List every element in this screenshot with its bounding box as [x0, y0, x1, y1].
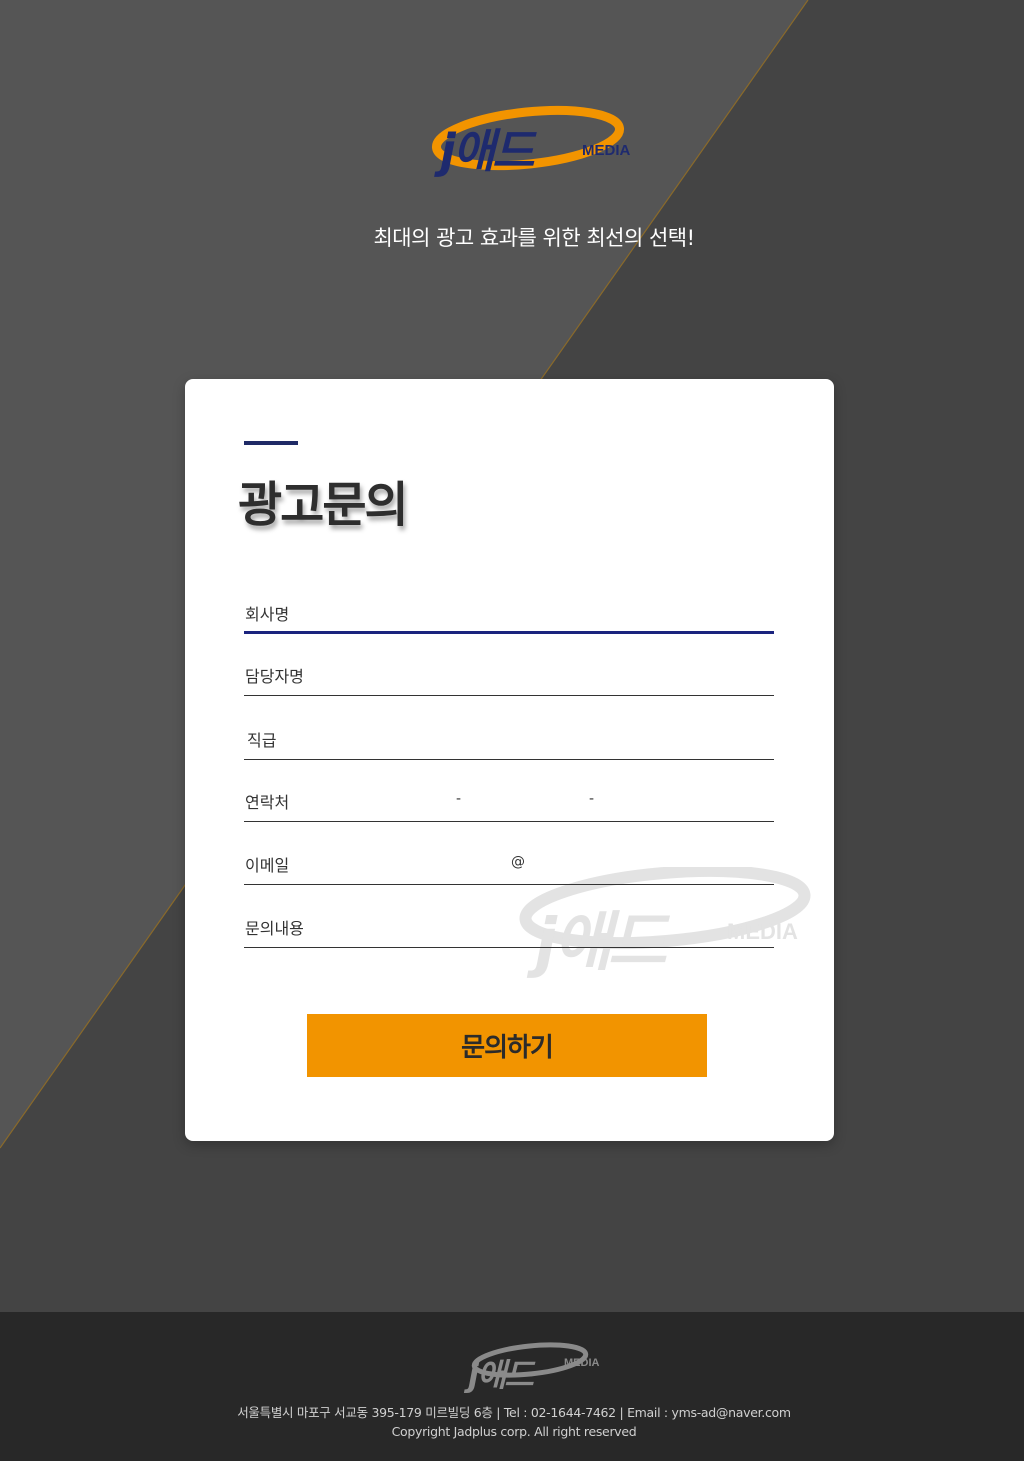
manager-field: 담당자명 — [244, 656, 774, 696]
contact-label: 연락처 — [245, 793, 290, 812]
logo-wordmark: j애드 — [440, 124, 534, 178]
phone-separator-1: - — [456, 791, 462, 807]
position-label: 직급 — [247, 731, 277, 750]
email-field: 이메일 @ — [244, 845, 774, 885]
submit-inquiry-button[interactable]: 문의하기 — [307, 1014, 707, 1077]
tagline: 최대의 광고 효과를 위한 최선의 선택! — [373, 226, 695, 250]
footer-logo[interactable]: j애드 MEDIA — [458, 1334, 608, 1394]
company-label: 회사명 — [245, 605, 290, 624]
footer-logo-media-label: MEDIA — [564, 1357, 600, 1369]
phone-part-1-input[interactable] — [334, 786, 444, 816]
inquiry-input[interactable] — [334, 912, 774, 942]
company-input[interactable] — [334, 598, 774, 628]
email-id-input[interactable] — [334, 849, 504, 879]
footer-logo-wordmark: j애드 — [468, 1356, 534, 1394]
phone-part-3-input[interactable] — [604, 786, 769, 816]
inquiry-form-card: 광고문의 j애드 MEDIA 회사명 담당자명 직급 연락처 - - 이메일 @… — [185, 379, 834, 1141]
brand-logo[interactable]: j애드 MEDIA — [428, 100, 644, 192]
email-at-symbol: @ — [511, 854, 525, 870]
inquiry-field: 문의내용 — [244, 908, 774, 948]
manager-label: 담당자명 — [245, 667, 304, 686]
footer-address: 서울특별시 마포구 서교동 395-179 미르빌딩 6층 | Tel : 02… — [237, 1405, 791, 1420]
logo-media-label: MEDIA — [582, 142, 631, 159]
page-title: 광고문의 — [238, 477, 409, 533]
contact-field: 연락처 - - — [244, 782, 774, 822]
email-domain-input[interactable] — [532, 849, 770, 879]
phone-part-2-input[interactable] — [470, 786, 580, 816]
title-accent-bar — [244, 441, 298, 445]
footer-copyright: Copyright Jadplus corp. All right reserv… — [391, 1424, 637, 1439]
position-input[interactable] — [334, 724, 774, 754]
position-field: 직급 — [244, 720, 774, 760]
email-label: 이메일 — [245, 856, 290, 875]
company-field: 회사명 — [244, 594, 774, 634]
phone-separator-2: - — [589, 791, 595, 807]
inquiry-label: 문의내용 — [245, 919, 304, 938]
manager-input[interactable] — [334, 660, 774, 690]
footer: j애드 MEDIA 서울특별시 마포구 서교동 395-179 미르빌딩 6층 … — [0, 1312, 1024, 1461]
